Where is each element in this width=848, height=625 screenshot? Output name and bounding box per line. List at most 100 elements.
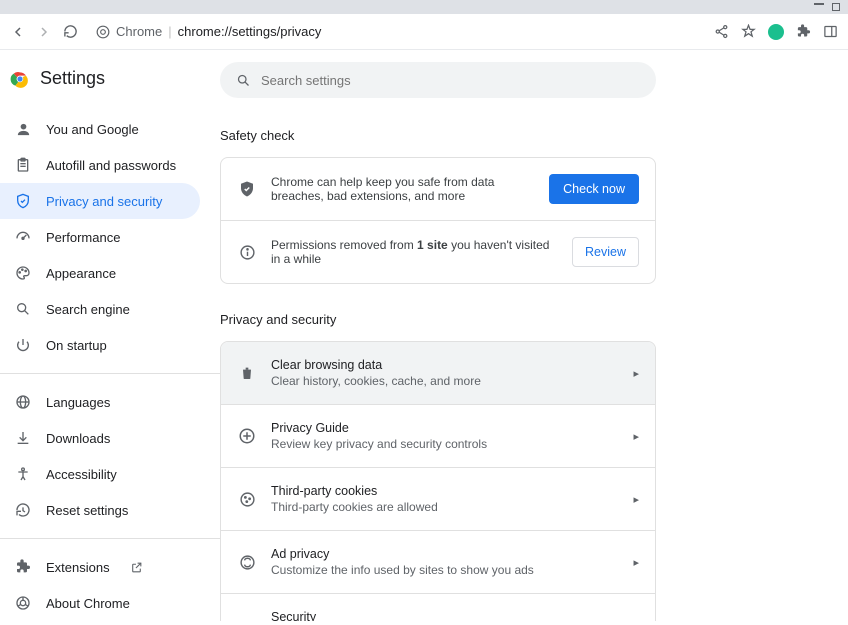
person-icon [14, 120, 32, 138]
sidebar-item-you-and-google[interactable]: You and Google [0, 111, 200, 147]
extension-badge-icon[interactable] [768, 24, 784, 40]
bookmark-icon[interactable] [741, 24, 756, 39]
permissions-removed-text: Permissions removed from 1 site you have… [271, 238, 558, 266]
tab-bar [0, 0, 848, 14]
sidebar-item-label: Autofill and passwords [46, 158, 176, 173]
settings-search-input[interactable] [261, 73, 640, 88]
palette-icon [14, 264, 32, 282]
power-icon [14, 336, 32, 354]
review-button[interactable]: Review [572, 237, 639, 267]
sidebar-item-label: About Chrome [46, 596, 130, 611]
ad-privacy-row[interactable]: Ad privacy Customize the info used by si… [221, 531, 655, 594]
cookie-icon [237, 489, 257, 509]
sidebar-item-label: You and Google [46, 122, 139, 137]
safety-check-row: Chrome can help keep you safe from data … [221, 158, 655, 221]
restore-icon [14, 501, 32, 519]
row-secondary: Third-party cookies are allowed [271, 500, 619, 514]
sidebar-item-label: Accessibility [46, 467, 117, 482]
clear-browsing-data-row[interactable]: Clear browsing data Clear history, cooki… [221, 342, 655, 405]
sidebar-item-on-startup[interactable]: On startup [0, 327, 200, 363]
sidebar-item-label: Performance [46, 230, 120, 245]
sidebar-item-reset[interactable]: Reset settings [0, 492, 200, 528]
sidebar-item-privacy[interactable]: Privacy and security [0, 183, 200, 219]
row-secondary: Customize the info used by sites to show… [271, 563, 619, 577]
row-secondary: Clear history, cookies, cache, and more [271, 374, 619, 388]
sidebar-item-label: Appearance [46, 266, 116, 281]
sidebar-item-label: Downloads [46, 431, 110, 446]
extensions-icon[interactable] [796, 24, 811, 39]
security-row[interactable]: Security Safe Browsing (protection from … [221, 594, 655, 621]
row-primary: Ad privacy [271, 547, 619, 561]
sidebar-divider [0, 373, 220, 374]
puzzle-icon [14, 558, 32, 576]
sidebar-item-label: Languages [46, 395, 110, 410]
privacy-section-title: Privacy and security [220, 312, 656, 327]
sidebar-item-label: Extensions [46, 560, 110, 575]
chevron-right-icon: ▸ [633, 556, 639, 569]
sidebar-item-performance[interactable]: Performance [0, 219, 200, 255]
globe-icon [14, 393, 32, 411]
row-primary: Security [271, 610, 619, 621]
guide-icon [237, 426, 257, 446]
row-primary: Clear browsing data [271, 358, 619, 372]
search-icon [14, 300, 32, 318]
safety-check-text: Chrome can help keep you safe from data … [271, 175, 535, 203]
row-secondary: Review key privacy and security controls [271, 437, 619, 451]
row-primary: Third-party cookies [271, 484, 619, 498]
privacy-guide-row[interactable]: Privacy Guide Review key privacy and sec… [221, 405, 655, 468]
settings-main: Safety check Chrome can help keep you sa… [220, 50, 848, 621]
window-minimize-icon[interactable] [814, 3, 824, 5]
sidebar-item-label: On startup [46, 338, 107, 353]
trash-icon [237, 363, 257, 383]
chevron-right-icon: ▸ [633, 493, 639, 506]
speedometer-icon [14, 228, 32, 246]
sidebar-item-downloads[interactable]: Downloads [0, 420, 200, 456]
info-icon [237, 242, 257, 262]
address-path: chrome://settings/privacy [178, 24, 322, 39]
chevron-right-icon: ▸ [633, 367, 639, 380]
sidebar-item-autofill[interactable]: Autofill and passwords [0, 147, 200, 183]
share-icon[interactable] [714, 24, 729, 39]
third-party-cookies-row[interactable]: Third-party cookies Third-party cookies … [221, 468, 655, 531]
sidebar-item-about[interactable]: About Chrome [0, 585, 200, 621]
reload-button[interactable] [62, 24, 78, 40]
sidebar-item-label: Privacy and security [46, 194, 162, 209]
privacy-card: Clear browsing data Clear history, cooki… [220, 341, 656, 621]
settings-sidebar: Settings You and Google Autofill and pas… [0, 50, 220, 621]
settings-title: Settings [40, 68, 105, 89]
chrome-page-icon [96, 25, 110, 39]
back-button[interactable] [10, 24, 26, 40]
sidebar-item-label: Reset settings [46, 503, 128, 518]
shield-icon [14, 192, 32, 210]
row-primary: Privacy Guide [271, 421, 619, 435]
side-panel-icon[interactable] [823, 24, 838, 39]
download-icon [14, 429, 32, 447]
chrome-outline-icon [14, 594, 32, 612]
browser-toolbar: Chrome | chrome://settings/privacy [0, 14, 848, 50]
ad-icon [237, 552, 257, 572]
sidebar-item-extensions[interactable]: Extensions [0, 549, 200, 585]
forward-button[interactable] [36, 24, 52, 40]
settings-header: Settings [0, 68, 220, 107]
chrome-logo-icon [10, 69, 30, 89]
accessibility-icon [14, 465, 32, 483]
clipboard-icon [14, 156, 32, 174]
address-bar[interactable]: Chrome | chrome://settings/privacy [88, 18, 704, 46]
check-now-button[interactable]: Check now [549, 174, 639, 204]
sidebar-item-languages[interactable]: Languages [0, 384, 200, 420]
permissions-removed-row: Permissions removed from 1 site you have… [221, 221, 655, 283]
settings-search[interactable] [220, 62, 656, 98]
sidebar-item-label: Search engine [46, 302, 130, 317]
window-maximize-icon[interactable] [832, 3, 840, 11]
address-origin: Chrome [116, 24, 162, 39]
search-icon [236, 73, 251, 88]
sidebar-divider [0, 538, 220, 539]
sidebar-item-accessibility[interactable]: Accessibility [0, 456, 200, 492]
shield-check-icon [237, 179, 257, 199]
external-link-icon [130, 561, 143, 574]
sidebar-item-appearance[interactable]: Appearance [0, 255, 200, 291]
sidebar-item-search-engine[interactable]: Search engine [0, 291, 200, 327]
safety-check-card: Chrome can help keep you safe from data … [220, 157, 656, 284]
chevron-right-icon: ▸ [633, 430, 639, 443]
safety-check-title: Safety check [220, 128, 656, 143]
